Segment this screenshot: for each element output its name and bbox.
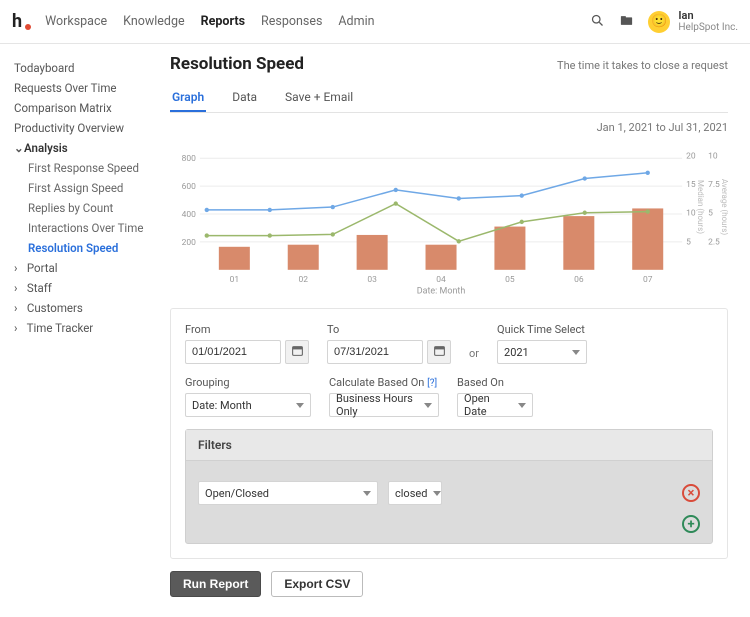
to-label: To <box>327 323 451 336</box>
resolution-speed-chart: 20040060080051015202.557.510Median (hour… <box>170 138 728 298</box>
tab-data[interactable]: Data <box>230 84 259 112</box>
folder-icon[interactable] <box>619 13 634 31</box>
export-csv-button[interactable]: Export CSV <box>271 571 363 597</box>
grouping-label: Grouping <box>185 376 311 389</box>
chevron-down-icon <box>296 403 304 408</box>
svg-text:03: 03 <box>367 275 377 285</box>
nav-reports[interactable]: Reports <box>201 14 245 29</box>
chevron-down-icon: ⌄ <box>14 141 24 155</box>
svg-text:02: 02 <box>298 275 308 285</box>
nav-responses[interactable]: Responses <box>261 14 322 29</box>
sidebar-item-staff[interactable]: › Staff <box>14 278 162 298</box>
report-date-range: Jan 1, 2021 to Jul 31, 2021 <box>170 121 728 134</box>
calculate-help-link[interactable]: [?] <box>427 378 437 389</box>
sidebar-item-first-response-speed[interactable]: First Response Speed <box>14 158 162 178</box>
top-nav: Workspace Knowledge Reports Responses Ad… <box>45 14 590 29</box>
tab-graph[interactable]: Graph <box>170 84 206 112</box>
nav-knowledge[interactable]: Knowledge <box>123 14 185 29</box>
nav-workspace[interactable]: Workspace <box>45 14 107 29</box>
to-date-input[interactable] <box>327 340 423 364</box>
page-description: The time it takes to close a request <box>557 59 728 72</box>
quick-time-label: Quick Time Select <box>497 323 587 336</box>
avatar: 🙂 <box>648 11 670 33</box>
calculate-based-on-label: Calculate Based On [?] <box>329 376 439 389</box>
sidebar-item-customers[interactable]: › Customers <box>14 298 162 318</box>
calendar-icon <box>291 344 304 360</box>
report-options-card: From To or Quick Time Select 2 <box>170 308 728 559</box>
remove-icon: × <box>688 487 695 500</box>
svg-text:400: 400 <box>182 210 197 220</box>
add-filter-button[interactable]: + <box>682 515 700 533</box>
run-report-button[interactable]: Run Report <box>170 571 261 597</box>
chevron-down-icon <box>363 491 371 496</box>
app-logo[interactable]: h <box>12 11 31 32</box>
filters-heading: Filters <box>186 430 712 461</box>
svg-text:200: 200 <box>182 238 197 248</box>
chevron-right-icon: › <box>14 281 24 295</box>
sidebar-item-comparison-matrix[interactable]: Comparison Matrix <box>14 98 162 118</box>
svg-text:800: 800 <box>182 154 197 164</box>
calendar-icon <box>433 344 446 360</box>
reports-sidebar: Todayboard Requests Over Time Comparison… <box>0 44 170 617</box>
based-on-select[interactable]: Open Date <box>457 393 533 417</box>
svg-text:5: 5 <box>708 209 713 219</box>
sidebar-item-todayboard[interactable]: Todayboard <box>14 58 162 78</box>
svg-text:600: 600 <box>182 182 197 192</box>
filters-panel: Filters Open/Closed closed × + <box>185 429 713 544</box>
sidebar-item-analysis[interactable]: ⌄Analysis <box>14 138 162 158</box>
filter-value-select[interactable]: closed <box>388 481 442 505</box>
sidebar-item-productivity-overview[interactable]: Productivity Overview <box>14 118 162 138</box>
svg-text:15: 15 <box>686 180 696 190</box>
svg-text:10: 10 <box>708 152 718 162</box>
svg-text:01: 01 <box>230 275 240 285</box>
svg-text:2.5: 2.5 <box>708 237 720 247</box>
calculate-based-on-select[interactable]: Business Hours Only <box>329 393 439 417</box>
sidebar-item-first-assign-speed[interactable]: First Assign Speed <box>14 178 162 198</box>
add-icon: + <box>687 518 694 531</box>
from-date-picker-button[interactable] <box>285 340 309 364</box>
svg-text:Median (hours): Median (hours) <box>696 180 705 234</box>
page-title: Resolution Speed <box>170 54 304 74</box>
search-icon[interactable] <box>590 13 605 31</box>
nav-admin[interactable]: Admin <box>338 14 374 29</box>
from-label: From <box>185 323 309 336</box>
sidebar-item-portal[interactable]: › Portal <box>14 258 162 278</box>
to-date-picker-button[interactable] <box>427 340 451 364</box>
svg-text:07: 07 <box>643 275 653 285</box>
chevron-right-icon: › <box>14 321 24 335</box>
or-separator: or <box>469 347 479 364</box>
svg-text:04: 04 <box>436 275 446 285</box>
quick-time-select[interactable]: 2021 <box>497 340 587 364</box>
svg-text:10: 10 <box>686 209 696 219</box>
svg-text:05: 05 <box>505 275 515 285</box>
user-name: Ian <box>678 10 738 22</box>
user-org: HelpSpot Inc. <box>678 22 738 33</box>
chevron-down-icon <box>433 491 441 496</box>
chevron-down-icon <box>518 403 526 408</box>
report-tabs: Graph Data Save + Email <box>170 84 728 113</box>
grouping-select[interactable]: Date: Month <box>185 393 311 417</box>
svg-text:06: 06 <box>574 275 584 285</box>
svg-text:Date: Month: Date: Month <box>417 287 466 297</box>
tab-save-email[interactable]: Save + Email <box>283 84 355 112</box>
user-menu[interactable]: 🙂 Ian HelpSpot Inc. <box>648 10 738 33</box>
chevron-right-icon: › <box>14 261 24 275</box>
chevron-right-icon: › <box>14 301 24 315</box>
from-date-input[interactable] <box>185 340 281 364</box>
filter-field-select[interactable]: Open/Closed <box>198 481 378 505</box>
remove-filter-button[interactable]: × <box>682 484 700 502</box>
sidebar-item-time-tracker[interactable]: › Time Tracker <box>14 318 162 338</box>
chevron-down-icon <box>572 350 580 355</box>
chevron-down-icon <box>424 403 432 408</box>
svg-text:7.5: 7.5 <box>708 180 720 190</box>
svg-text:5: 5 <box>686 237 691 247</box>
svg-text:20: 20 <box>686 152 696 162</box>
sidebar-item-requests-over-time[interactable]: Requests Over Time <box>14 78 162 98</box>
sidebar-item-interactions-over-time[interactable]: Interactions Over Time <box>14 218 162 238</box>
sidebar-item-replies-by-count[interactable]: Replies by Count <box>14 198 162 218</box>
svg-text:Average (hours): Average (hours) <box>720 179 728 235</box>
sidebar-item-resolution-speed[interactable]: Resolution Speed <box>14 238 162 258</box>
based-on-label: Based On <box>457 376 533 389</box>
